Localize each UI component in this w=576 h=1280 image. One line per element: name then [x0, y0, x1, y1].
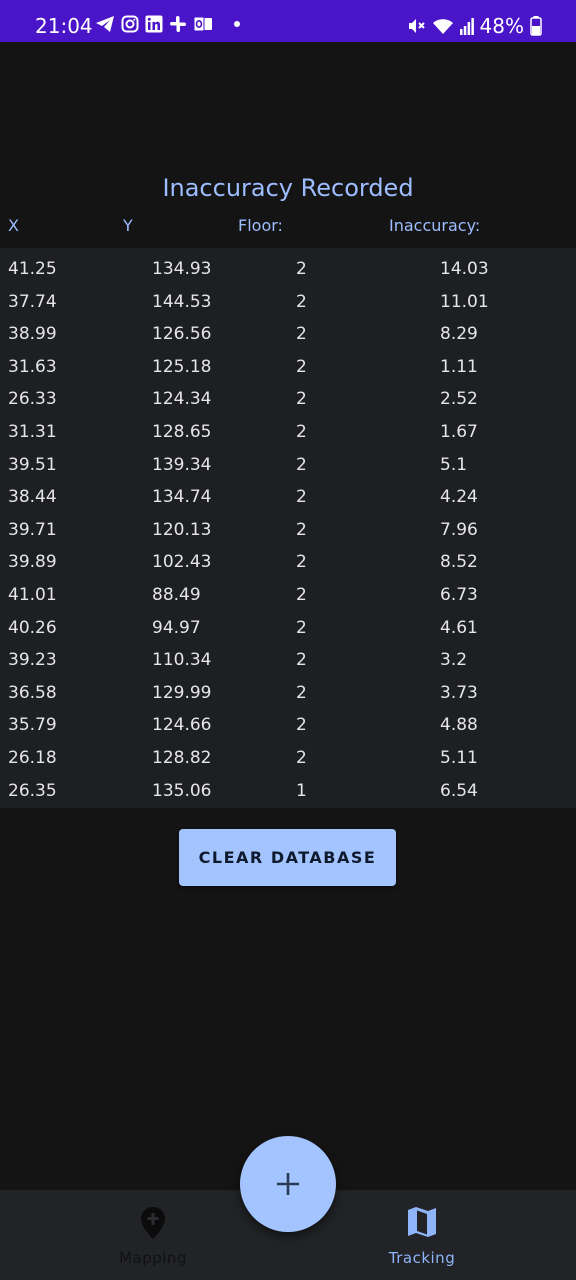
inaccuracy-table[interactable]: 41.25 134.93 2 14.03 37.74 144.53 2 11.01 38.99 1…	[0, 248, 576, 808]
slack-icon	[169, 15, 187, 33]
cell-floor: 1	[296, 780, 307, 801]
battery-icon	[530, 16, 542, 36]
table-row: 31.63 125.18 2 1.11	[0, 346, 576, 379]
signal-icon	[459, 17, 474, 35]
column-header-x: X	[8, 216, 19, 235]
table-row: 39.23 110.34 2 3.2	[0, 639, 576, 672]
battery-level: 48%	[479, 14, 524, 38]
table-row: 40.26 94.97 2 4.61	[0, 607, 576, 640]
cell-inaccuracy: 6.54	[440, 780, 478, 801]
table-row: 38.44 134.74 2 4.24	[0, 476, 576, 509]
cell-x: 26.35	[8, 780, 57, 801]
table-row: 39.89 102.43 2 8.52	[0, 541, 576, 574]
nav-item-mapping[interactable]: Mapping	[83, 1190, 223, 1280]
column-header-inaccuracy: Inaccuracy:	[389, 216, 481, 235]
notification-icons	[95, 15, 241, 33]
wifi-icon	[432, 16, 454, 36]
plus-icon	[277, 1173, 299, 1195]
column-header-floor: Floor:	[238, 216, 283, 235]
table-row: 37.74 144.53 2 11.01	[0, 281, 576, 314]
outlook-icon	[193, 15, 213, 33]
add-fab-button[interactable]	[240, 1136, 336, 1232]
table-row: 41.25 134.93 2 14.03	[0, 248, 576, 281]
telegram-icon	[95, 15, 115, 33]
table-row: 39.51 139.34 2 5.1	[0, 444, 576, 477]
nav-item-tracking[interactable]: Tracking	[352, 1190, 492, 1280]
table-row: 39.71 120.13 2 7.96	[0, 509, 576, 542]
instagram-icon	[121, 15, 139, 33]
table-row: 41.01 88.49 2 6.73	[0, 574, 576, 607]
page-title: Inaccuracy Recorded	[162, 174, 414, 202]
clear-database-button[interactable]: CLEAR DATABASE	[179, 829, 396, 886]
location-pin-icon	[140, 1206, 166, 1244]
table-row: 26.18 128.82 2 5.11	[0, 737, 576, 770]
map-icon	[407, 1206, 437, 1242]
table-row: 31.31 128.65 2 1.67	[0, 411, 576, 444]
table-header: X Y Floor: Inaccuracy:	[0, 214, 576, 238]
status-time: 21:04	[35, 14, 93, 38]
column-header-y: Y	[123, 216, 133, 235]
system-status: 48%	[406, 14, 542, 38]
table-row: 38.99 126.56 2 8.29	[0, 313, 576, 346]
table-row: 26.35 135.06 1 6.54	[0, 770, 576, 803]
table-row: 26.33 124.34 2 2.52	[0, 378, 576, 411]
table-row: 35.79 124.66 2 4.88	[0, 704, 576, 737]
nav-label-mapping: Mapping	[119, 1249, 187, 1267]
mute-icon	[406, 16, 426, 36]
table-row: 36.58 129.99 2 3.73	[0, 672, 576, 705]
nav-label-tracking: Tracking	[388, 1249, 456, 1267]
cell-y: 135.06	[152, 780, 212, 801]
status-bar: 21:04 48%	[0, 0, 576, 42]
linkedin-icon	[145, 15, 163, 33]
dot-icon	[233, 20, 241, 28]
